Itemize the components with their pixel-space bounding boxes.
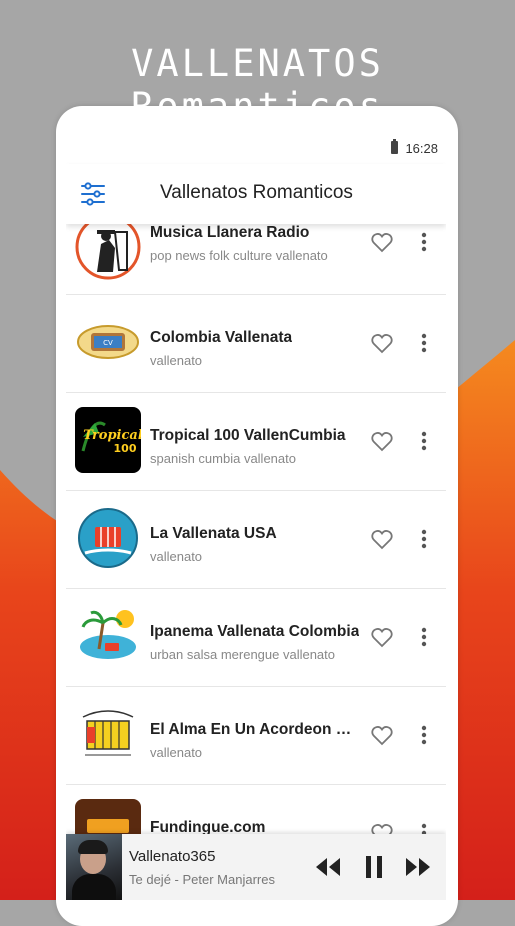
app-title: Vallenatos Romanticos: [160, 182, 353, 203]
heart-icon[interactable]: [370, 527, 394, 551]
station-tags: urban salsa merengue vallenato: [150, 647, 336, 662]
pause-icon[interactable]: [360, 854, 388, 880]
station-row[interactable]: CV Colombia Vallenata vallenato: [66, 295, 446, 393]
colombia-vallenata-logo: CV: [75, 309, 141, 375]
svg-text:CV: CV: [103, 339, 113, 347]
more-vert-icon[interactable]: [412, 625, 436, 649]
status-time: 16:28: [405, 141, 438, 156]
album-cover: [66, 834, 122, 900]
heart-icon[interactable]: [370, 429, 394, 453]
more-vert-icon[interactable]: [412, 429, 436, 453]
player-track: Te dejé - Peter Manjarres: [129, 872, 275, 887]
status-bar: 16:28: [66, 134, 446, 164]
more-vert-icon[interactable]: [412, 331, 436, 355]
station-name: La Vallenata USA: [150, 525, 277, 542]
heart-icon[interactable]: [370, 331, 394, 355]
more-vert-icon[interactable]: [412, 527, 436, 551]
fast-forward-icon[interactable]: [404, 854, 432, 880]
heart-icon[interactable]: [370, 625, 394, 649]
tropical-100-logo: Tropical 100: [75, 407, 141, 473]
accordion-globe-logo: [75, 505, 141, 571]
accordion-logo: [75, 701, 141, 767]
beach-palm-logo: [75, 603, 141, 669]
station-row[interactable]: Musica Llanera Radio pop news folk cultu…: [66, 214, 446, 295]
station-tags: pop news folk culture vallenato: [150, 248, 328, 263]
station-name: Colombia Vallenata: [150, 329, 293, 346]
mini-player[interactable]: Vallenato365 Te dejé - Peter Manjarres: [66, 834, 446, 900]
station-list: Musica Llanera Radio pop news folk cultu…: [66, 214, 446, 883]
station-row[interactable]: Tropical 100 Tropical 100 VallenCumbia s…: [66, 393, 446, 491]
station-tags: vallenato: [150, 353, 203, 368]
cover-hair: [78, 840, 108, 854]
station-row[interactable]: Ipanema Vallenata Colombia urban salsa m…: [66, 589, 446, 687]
station-name: Musica Llanera Radio: [150, 224, 310, 241]
heart-icon[interactable]: [370, 230, 394, 254]
svg-text:100: 100: [114, 442, 137, 455]
cover-suit: [72, 874, 116, 900]
station-tags: vallenato: [150, 549, 203, 564]
equalizer-menu-icon[interactable]: [80, 181, 106, 207]
station-name: Ipanema Vallenata Colombia: [150, 623, 360, 640]
station-name: El Alma En Un Acordeon Em…: [150, 721, 360, 738]
battery-icon: [391, 139, 398, 154]
promo-title: VALLENATOS Romanticos: [131, 42, 384, 128]
station-row[interactable]: La Vallenata USA vallenato: [66, 491, 446, 589]
more-vert-icon[interactable]: [412, 230, 436, 254]
app-bar: Vallenatos Romanticos: [66, 164, 446, 224]
station-tags: spanish cumbia vallenato: [150, 451, 296, 466]
player-station: Vallenato365: [129, 848, 216, 865]
app-screen: 16:28 Vallenatos Romanticos Musica Llane…: [66, 134, 446, 900]
station-row[interactable]: El Alma En Un Acordeon Em… vallenato: [66, 687, 446, 785]
heart-icon[interactable]: [370, 723, 394, 747]
more-vert-icon[interactable]: [412, 723, 436, 747]
station-tags: vallenato: [150, 745, 203, 760]
svg-text:Tropical: Tropical: [83, 428, 141, 443]
station-name: Tropical 100 VallenCumbia: [150, 427, 346, 444]
rewind-icon[interactable]: [314, 854, 342, 880]
